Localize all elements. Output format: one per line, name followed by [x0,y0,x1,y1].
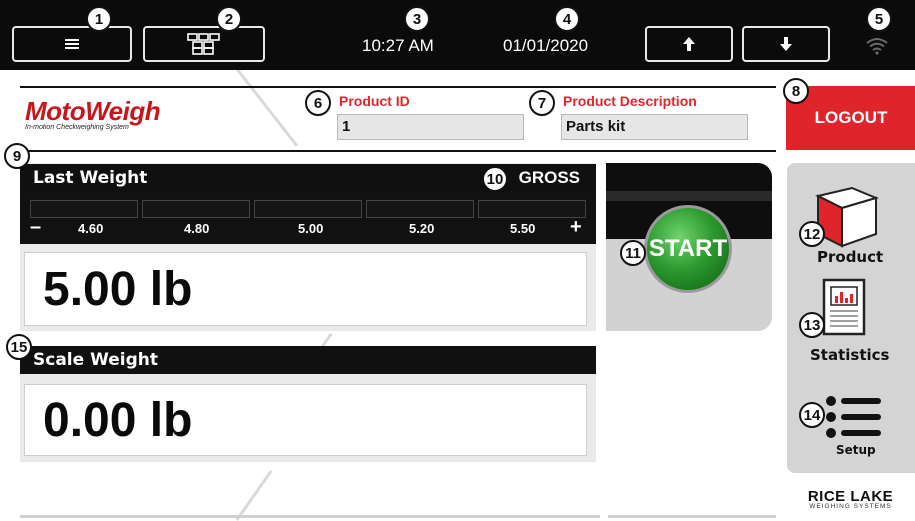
last-weight-value: 5.00 lb [24,252,587,326]
statistics-nav-label: Statistics [810,346,890,364]
start-panel-band [606,191,772,201]
callout-5: 5 [866,6,892,32]
scroll-up-button[interactable] [645,26,733,62]
bottom-divider [20,515,600,518]
hamburger-icon [65,39,79,49]
rice-lake-logo: RICE LAKE WEIGHING SYSTEMS [788,488,913,510]
bottom-divider [608,515,776,518]
motoweigh-logo: MotoWeigh In-motion Checkweighing System [25,96,161,131]
callout-13: 13 [799,312,825,338]
callout-12: 12 [799,221,825,247]
product-id-field[interactable]: 1 [337,114,524,140]
tolerance-scale-bar: – 4.60 4.80 5.00 5.20 5.50 + [20,192,596,244]
arrow-down-icon [780,37,792,51]
weight-mode-label[interactable]: GROSS [519,168,580,188]
callout-7: 7 [529,90,555,116]
menu-button[interactable] [12,26,132,62]
scale-weight-title: Scale Weight [33,350,158,370]
product-nav-label: Product [817,248,884,266]
last-weight-title: Last Weight [33,168,148,188]
clock-time: 10:27 AM [362,36,434,55]
scale-tick-label: 5.50 [510,221,536,236]
callout-9: 9 [4,143,30,169]
scale-segment [30,200,138,218]
callout-10: 10 [482,166,508,192]
arrow-up-icon [683,37,695,51]
callout-15: 15 [6,334,32,360]
callout-11: 11 [620,240,646,266]
scale-segment [142,200,250,218]
background-decoration [228,58,299,147]
screen-layout-button[interactable] [143,26,265,62]
callout-6: 6 [305,90,331,116]
brand-tagline: WEIGHING SYSTEMS [809,503,892,510]
callout-3: 3 [404,6,430,32]
callout-2: 2 [216,6,242,32]
grid-layout-icon [187,33,220,55]
background-decoration [235,470,273,521]
clock-date: 01/01/2020 [503,36,589,55]
scale-tick-label: 4.60 [78,221,104,236]
callout-1: 1 [86,6,112,32]
last-weight-header: Last Weight GROSS [20,164,596,192]
scale-weight-value: 0.00 lb [24,384,587,456]
callout-4: 4 [554,6,580,32]
statistics-report-icon [822,278,866,336]
callout-8: 8 [783,78,809,104]
product-nav-button[interactable]: Product [788,168,914,268]
product-id-label: Product ID [339,93,410,109]
top-bar: 10:27 AM 01/01/2020 [0,0,915,70]
divider [20,86,776,88]
logo-text: MotoWeigh [25,96,161,126]
product-description-field[interactable]: Parts kit [561,114,748,140]
scale-segment [254,200,362,218]
product-description-label: Product Description [563,93,697,109]
scale-tick-label: 4.80 [184,221,210,236]
scale-weight-header: Scale Weight [20,346,596,374]
scale-minus: – [30,216,42,238]
divider [20,150,776,152]
setup-list-icon [826,396,881,438]
scale-plus: + [570,216,582,238]
wifi-icon [866,38,888,55]
scroll-down-button[interactable] [742,26,830,62]
setup-nav-label: Setup [836,443,876,457]
scale-tick-label: 5.20 [409,221,435,236]
scale-tick-label: 5.00 [298,221,324,236]
callout-14: 14 [799,402,825,428]
scale-segment [366,200,474,218]
start-button[interactable]: START [644,205,732,293]
